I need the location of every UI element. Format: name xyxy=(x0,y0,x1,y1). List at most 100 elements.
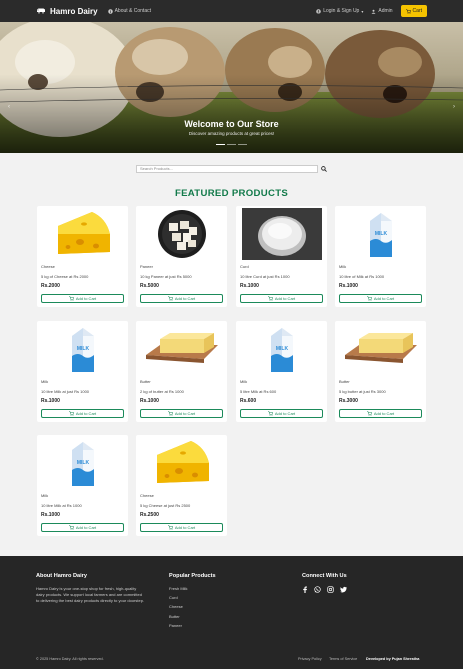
product-category: Butter xyxy=(140,379,151,384)
product-card: MILK Milk 10 litre Milk at Rs 1000 Rs.1000 A… xyxy=(37,435,128,536)
svg-text:MILK: MILK xyxy=(76,346,89,352)
product-price: Rs.5000 xyxy=(140,283,159,289)
add-to-cart-button[interactable]: Add to Cart xyxy=(339,294,422,303)
cart-icon xyxy=(167,411,173,416)
carousel-indicator[interactable] xyxy=(238,144,247,146)
product-price: Rs.3000 xyxy=(339,398,358,404)
product-price: Rs.600 xyxy=(240,398,257,404)
add-to-cart-label: Add to Cart xyxy=(373,411,395,416)
cheese-image xyxy=(41,207,124,261)
instagram-icon[interactable] xyxy=(327,586,334,593)
add-to-cart-button[interactable]: Add to Cart xyxy=(140,409,223,418)
product-description: 2 kg of butter at Rs 1000 xyxy=(140,389,184,394)
footer-link-fresh-milk[interactable]: Fresh Milk xyxy=(169,586,187,591)
carousel-prev-icon[interactable]: ‹ xyxy=(8,104,10,110)
product-description: 5 kg Cheese at just Rs 2500 xyxy=(140,503,191,508)
product-category: Curd xyxy=(240,264,249,269)
product-description: 10 litre Curd at just Rs 1000 xyxy=(240,274,290,279)
add-to-cart-button[interactable]: Add to Cart xyxy=(140,523,223,532)
cart-icon xyxy=(366,296,372,301)
product-description: 5 kg of Cheese at Rs 2000 xyxy=(41,274,89,279)
product-category: Milk xyxy=(41,493,49,498)
add-to-cart-button[interactable]: Add to Cart xyxy=(41,523,124,532)
milk-image: MILK xyxy=(240,322,323,376)
add-to-cart-button[interactable]: Add to Cart xyxy=(240,409,323,418)
product-price: Rs.1000 xyxy=(41,398,60,404)
footer-connect-title: Connect With Us xyxy=(302,573,347,579)
footer-about-title: About Hamro Dairy xyxy=(36,573,87,579)
product-card: Cheese 5 kg of Cheese at Rs 2000 Rs.2000 Ad… xyxy=(37,206,128,307)
carousel-indicator[interactable] xyxy=(216,144,225,146)
product-card: Cheese 5 kg Cheese at just Rs 2500 Rs.2500… xyxy=(136,435,227,536)
cart-button[interactable]: Cart xyxy=(400,5,427,17)
add-to-cart-button[interactable]: Add to Cart xyxy=(240,294,323,303)
curd-image xyxy=(240,207,323,261)
footer-privacy-link[interactable]: Privacy Policy xyxy=(298,657,322,661)
info-icon xyxy=(107,8,113,14)
footer-copyright: © 2025 Hamro Dairy. All rights reserved. xyxy=(36,657,104,661)
footer-developer: Developed by Pujan Shrestha xyxy=(366,657,420,661)
product-price: Rs.1000 xyxy=(140,398,159,404)
footer-popular-title: Popular Products xyxy=(169,573,216,579)
footer-about-text: Hamro Dairy is your one-stop shop for fr… xyxy=(36,586,145,603)
nav-admin-link[interactable]: Admin xyxy=(371,8,393,14)
footer-terms-link[interactable]: Terms of Service xyxy=(329,657,357,661)
search-icon[interactable] xyxy=(321,165,327,172)
add-to-cart-label: Add to Cart xyxy=(174,411,196,416)
footer-link-curd[interactable]: Curd xyxy=(169,595,178,600)
admin-icon xyxy=(371,9,376,14)
twitter-icon[interactable] xyxy=(340,586,347,593)
milk-image: MILK xyxy=(41,322,124,376)
butter-image xyxy=(140,322,223,376)
add-to-cart-label: Add to Cart xyxy=(174,525,196,530)
add-to-cart-button[interactable]: Add to Cart xyxy=(41,294,124,303)
add-to-cart-label: Add to Cart xyxy=(274,296,296,301)
brand-link[interactable]: Hamro Dairy xyxy=(36,7,98,16)
add-to-cart-label: Add to Cart xyxy=(174,296,196,301)
nav-admin-label: Admin xyxy=(378,8,393,14)
chevron-down-icon: ▾ xyxy=(361,8,364,14)
product-price: Rs.1000 xyxy=(41,512,60,518)
product-price: Rs.2500 xyxy=(140,512,159,518)
add-to-cart-button[interactable]: Add to Cart xyxy=(41,409,124,418)
add-to-cart-label: Add to Cart xyxy=(75,296,97,301)
product-category: Butter xyxy=(339,379,350,384)
product-category: Milk xyxy=(41,379,49,384)
cart-icon xyxy=(267,411,273,416)
add-to-cart-label: Add to Cart xyxy=(75,525,97,530)
footer-link-cheese[interactable]: Cheese xyxy=(169,604,183,609)
carousel-indicators xyxy=(0,144,463,146)
footer-link-paneer[interactable]: Paneer xyxy=(169,623,182,628)
nav-login-dropdown[interactable]: Login & Sign Up ▾ xyxy=(316,8,363,14)
milk-image: MILK xyxy=(339,207,422,261)
product-category: Milk xyxy=(240,379,248,384)
facebook-icon[interactable] xyxy=(302,586,308,593)
svg-text:MILK: MILK xyxy=(76,460,89,466)
nav-about-label: About & Contact xyxy=(114,8,151,14)
search-bar: Search Products... xyxy=(136,164,327,173)
product-description: 10 litre of Milk at Rs 1000 xyxy=(339,274,385,279)
carousel-indicator[interactable] xyxy=(227,144,236,146)
product-card: Paneer 10 kg Paneer at just Rs 5000 Rs.500… xyxy=(136,206,227,307)
search-input[interactable]: Search Products... xyxy=(136,164,318,173)
add-to-cart-button[interactable]: Add to Cart xyxy=(140,294,223,303)
product-description: 10 litre Milk at Rs 1000 xyxy=(41,503,82,508)
footer-link-butter[interactable]: Butter xyxy=(169,614,180,619)
featured-title: FEATURED PRODUCTS xyxy=(174,188,289,199)
paneer-image xyxy=(140,207,223,261)
product-category: Cheese xyxy=(41,264,55,269)
cart-icon xyxy=(68,525,74,530)
nav-about-link[interactable]: About & Contact xyxy=(107,8,151,14)
product-card: Curd 10 litre Curd at just Rs 1000 Rs.1000… xyxy=(236,206,327,307)
whatsapp-icon[interactable] xyxy=(314,586,321,593)
product-category: Cheese xyxy=(140,493,154,498)
cart-icon xyxy=(267,296,273,301)
carousel-next-icon[interactable]: › xyxy=(453,104,455,110)
add-to-cart-label: Add to Cart xyxy=(75,411,97,416)
navbar: Hamro Dairy About & Contact Login & Sign… xyxy=(0,0,463,22)
svg-text:MILK: MILK xyxy=(275,346,288,352)
add-to-cart-button[interactable]: Add to Cart xyxy=(339,409,422,418)
product-card: MILK Milk 5 litre Milk at Rs 600 Rs.600 Add … xyxy=(236,321,327,422)
product-card: MILK Milk 10 litre Milk at just Rs 1000 Rs.… xyxy=(37,321,128,422)
cart-icon xyxy=(366,411,372,416)
